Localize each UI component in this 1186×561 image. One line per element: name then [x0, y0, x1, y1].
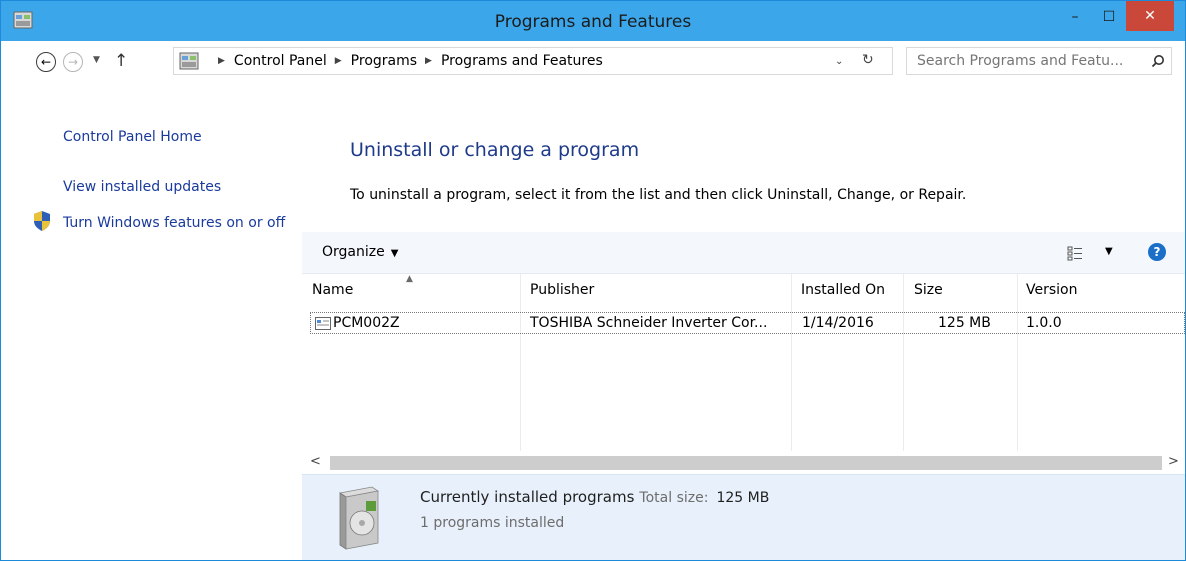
- left-navigation: Control Panel Home View installed update…: [1, 81, 301, 560]
- column-header-publisher[interactable]: Publisher: [530, 282, 594, 298]
- details-title-line: Currently installed programs Total size: 1…: [420, 488, 769, 506]
- control-panel-home-link[interactable]: Control Panel Home: [63, 129, 202, 145]
- table-row[interactable]: PCM002Z TOSHIBA Schneider Inverter Cor..…: [310, 312, 1185, 334]
- chevron-down-icon: ⌄: [835, 56, 844, 67]
- address-dropdown-button[interactable]: ⌄: [835, 56, 843, 67]
- address-row: ← → ▼ ↑ ▶ Control Panel ▶ Programs ▶ Pro…: [1, 41, 1185, 81]
- turn-windows-features-link[interactable]: Turn Windows features on or off: [63, 213, 288, 234]
- search-input[interactable]: [907, 48, 1143, 74]
- maximize-icon: ☐: [1102, 9, 1116, 25]
- scrollbar-thumb[interactable]: [330, 456, 1162, 470]
- programs-count: 1 programs installed: [420, 515, 565, 531]
- column-header-size[interactable]: Size: [914, 282, 943, 298]
- chevron-down-icon: ▼: [390, 248, 399, 259]
- minimize-button[interactable]: –: [1058, 1, 1092, 33]
- help-icon[interactable]: ?: [1148, 243, 1166, 261]
- column-divider[interactable]: [903, 274, 904, 451]
- sort-ascending-icon: ▲: [406, 274, 413, 284]
- column-divider[interactable]: [1017, 274, 1018, 451]
- close-icon: ✕: [1144, 8, 1156, 24]
- command-toolbar: Organize ▼ ▼ ?: [302, 232, 1185, 274]
- breadcrumb-separator-icon[interactable]: ▶: [335, 56, 342, 66]
- scroll-right-button[interactable]: >: [1168, 454, 1179, 469]
- column-header-version[interactable]: Version: [1026, 282, 1077, 298]
- up-arrow-icon: ↑: [114, 51, 129, 71]
- view-options-icon[interactable]: [1067, 245, 1083, 261]
- maximize-button[interactable]: ☐: [1092, 1, 1126, 33]
- scroll-left-button[interactable]: <: [310, 454, 321, 469]
- breadcrumb-separator-icon[interactable]: ▶: [218, 56, 225, 66]
- cell-version: 1.0.0: [1026, 315, 1062, 331]
- details-pane: Currently installed programs Total size: 1…: [302, 474, 1185, 560]
- control-panel-icon: [179, 52, 199, 70]
- close-button[interactable]: ✕: [1126, 1, 1174, 31]
- address-bar[interactable]: ▶ Control Panel ▶ Programs ▶ Programs an…: [173, 47, 893, 75]
- back-button[interactable]: ←: [36, 52, 56, 72]
- chevron-right-icon: >: [1168, 454, 1179, 469]
- page-title: Uninstall or change a program: [350, 139, 640, 161]
- chevron-down-icon: ▼: [1105, 246, 1113, 257]
- chevron-left-icon: <: [310, 454, 321, 469]
- column-divider[interactable]: [791, 274, 792, 451]
- organize-label: Organize: [322, 244, 385, 260]
- cell-size: 125 MB: [938, 315, 991, 331]
- total-size-label: Total size:: [639, 490, 709, 506]
- refresh-button[interactable]: ↻: [862, 52, 874, 68]
- total-size-value: 125 MB: [716, 490, 770, 506]
- view-installed-updates-link[interactable]: View installed updates: [63, 179, 221, 195]
- view-dropdown-button[interactable]: ▼: [1105, 246, 1113, 257]
- shield-icon: [34, 211, 50, 231]
- column-header-name[interactable]: Name: [312, 282, 353, 298]
- forward-arrow-icon: →: [67, 55, 79, 69]
- programs-window: Programs and Features – ☐ ✕ ← → ▼ ↑ ▶ Co…: [0, 0, 1186, 561]
- recent-locations-button[interactable]: ▼: [93, 55, 100, 65]
- software-box-icon: [338, 486, 380, 550]
- up-button[interactable]: ↑: [114, 51, 128, 71]
- search-icon[interactable]: [1151, 54, 1165, 68]
- column-divider[interactable]: [520, 274, 521, 451]
- details-title: Currently installed programs: [420, 488, 635, 506]
- breadcrumb: ▶ Control Panel ▶ Programs ▶ Programs an…: [210, 53, 603, 69]
- column-header-installed-on[interactable]: Installed On: [801, 282, 885, 298]
- back-arrow-icon: ←: [40, 55, 52, 69]
- breadcrumb-programs-and-features[interactable]: Programs and Features: [441, 53, 603, 69]
- minimize-icon: –: [1071, 9, 1079, 25]
- breadcrumb-programs[interactable]: Programs: [351, 53, 417, 69]
- program-icon: [315, 317, 331, 330]
- cell-publisher: TOSHIBA Schneider Inverter Cor...: [530, 315, 768, 331]
- program-list: Name ▲ Publisher Installed On Size Versi…: [302, 274, 1185, 451]
- cell-installed-on: 1/14/2016: [802, 315, 874, 331]
- breadcrumb-separator-icon[interactable]: ▶: [425, 56, 432, 66]
- chevron-down-icon: ▼: [93, 55, 100, 65]
- refresh-icon: ↻: [862, 52, 874, 68]
- search-box[interactable]: [906, 47, 1172, 75]
- cell-name: PCM002Z: [333, 315, 400, 331]
- page-description: To uninstall a program, select it from t…: [350, 187, 967, 203]
- breadcrumb-control-panel[interactable]: Control Panel: [234, 53, 327, 69]
- horizontal-scrollbar[interactable]: < >: [302, 452, 1185, 474]
- title-bar: Programs and Features – ☐ ✕: [1, 1, 1185, 41]
- forward-button[interactable]: →: [63, 52, 83, 72]
- window-title: Programs and Features: [494, 12, 692, 32]
- organize-button[interactable]: Organize ▼: [322, 244, 398, 260]
